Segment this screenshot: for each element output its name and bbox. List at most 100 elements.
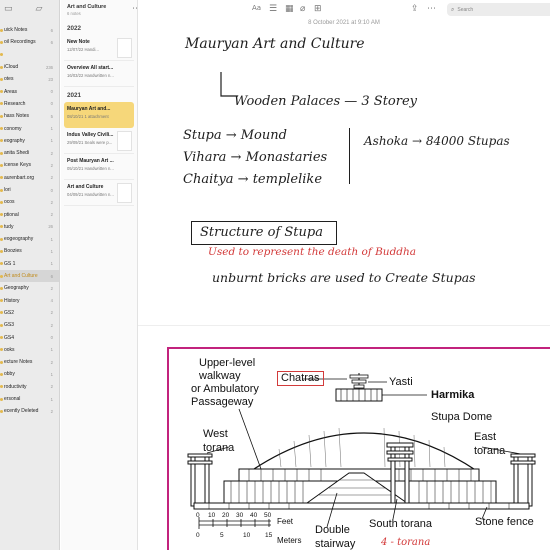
folder-icon <box>0 65 3 69</box>
label-south-torana: South torana <box>369 518 432 530</box>
checklist-icon[interactable]: ☰ <box>269 5 277 14</box>
sidebar-item-gs4[interactable]: GS4 0 <box>0 331 59 343</box>
sidebar-item-count: 1 <box>50 347 53 353</box>
sidebar-item-geogeography[interactable]: eogeography 1 <box>0 233 59 245</box>
sidebar-item-count: 0 <box>50 335 53 341</box>
sidebar-item-lori[interactable]: lori 0 <box>0 184 59 196</box>
search-box[interactable]: ⌕ <box>447 3 550 16</box>
sidebar-item-boozies[interactable]: Boozies 1 <box>0 245 59 257</box>
note-meta: 05/10/21 Handwritten n... <box>67 166 114 171</box>
label-ambulatory: or Ambulatory <box>191 383 259 395</box>
note-item-selected[interactable]: Mauryan Art and... 08/10/21 1 attachment <box>64 102 134 128</box>
note-item[interactable]: Overview All start... 16/03/22 Handwritt… <box>64 61 134 87</box>
note-item[interactable]: Indus Valley Civili... 29/09/21 Seals we… <box>64 128 134 154</box>
sidebar-item-count: 236 <box>46 64 53 70</box>
year-header: 2021 <box>67 92 82 99</box>
note-item[interactable]: Art and Culture 04/09/21 Handwritten n..… <box>64 180 134 206</box>
sidebar-icon[interactable]: ▭ <box>4 5 13 14</box>
note-thumbnail <box>117 131 132 151</box>
sidebar-item-personal[interactable]: ersonal 1 <box>0 393 59 405</box>
sidebar-item-count: 4 <box>50 298 53 304</box>
note-editor[interactable]: Aa ☰ ▦ ⌀ ⊞ ⇪ ⋯ ⌕ 8 October 2021 at 9:10 … <box>138 0 550 550</box>
folder-icon <box>0 127 3 131</box>
sidebar-item-website[interactable]: aurenbart.org 2 <box>0 172 59 184</box>
note-thumbnail <box>117 183 132 203</box>
folder-icon <box>0 336 3 340</box>
sidebar-item-notes[interactable]: otes 23 <box>0 73 59 85</box>
stupa-diagram: Upper-level walkway or Ambulatory Passag… <box>167 347 550 550</box>
sidebar-item-geography-gs1[interactable]: Geography 2 <box>0 282 59 294</box>
sidebar-item-count: 2 <box>50 359 53 365</box>
sidebar-item-quick-notes[interactable]: uick Notes 6 <box>0 24 59 36</box>
sidebar-item-hobby[interactable]: obby 1 <box>0 368 59 380</box>
sidebar-item-history[interactable]: History 4 <box>0 295 59 307</box>
label-passageway: Passageway <box>191 396 254 408</box>
sidebar-item-books[interactable]: ooks 1 <box>0 344 59 356</box>
sidebar-item-ocos[interactable]: ocos 2 <box>0 196 59 208</box>
sidebar-item-optional[interactable]: ptional 2 <box>0 208 59 220</box>
format-icon[interactable]: Aa <box>252 5 261 12</box>
sidebar-item-count: 2 <box>50 408 53 414</box>
sidebar-item-license-keys[interactable]: icense Keys 2 <box>0 159 59 171</box>
sidebar-item-count: 1 <box>50 371 53 377</box>
folder-title: Art and Culture <box>67 4 107 10</box>
folder-icon <box>0 286 3 290</box>
handwritten-chaitya: Chaitya → templelike <box>183 172 323 187</box>
paperclip-icon[interactable]: ⌀ <box>300 5 305 14</box>
sidebar-item-count: 2 <box>50 285 53 291</box>
sidebar-item-count: 1 <box>50 138 53 144</box>
label-east-torana: torana <box>474 445 506 457</box>
sidebar-item-icloud[interactable]: iCloud 236 <box>0 61 59 73</box>
label-stairway: stairway <box>315 538 356 550</box>
folder-icon <box>0 28 3 32</box>
scale-meter-tick: 5 <box>220 532 224 539</box>
sidebar-item-class-notes[interactable]: hass Notes 5 <box>0 110 59 122</box>
sidebar: ▭ ▱ uick Notes 6 oil Recordings 6 iCloud 23… <box>0 0 60 550</box>
sidebar-item-research[interactable]: Research 0 <box>0 98 59 110</box>
sidebar-item-study[interactable]: tudy 26 <box>0 221 59 233</box>
label-walkway: walkway <box>199 370 241 382</box>
label-double: Double <box>315 524 350 536</box>
label-east: East <box>474 431 497 443</box>
folder-icon <box>0 262 3 266</box>
link-icon[interactable]: ⊞ <box>314 5 322 14</box>
folder-icon <box>0 139 3 143</box>
sidebar-item-count: 1 <box>50 248 53 254</box>
sidebar-item-recently-deleted[interactable]: ecently Deleted 2 <box>0 405 59 417</box>
sidebar-item-art-and-culture[interactable]: Art and Culture 6 <box>0 269 59 283</box>
search-input[interactable] <box>457 6 538 13</box>
sidebar-item-areas[interactable]: Areas 0 <box>0 85 59 97</box>
scale-meters-label: Meters <box>277 536 302 545</box>
handwritten-unburnt-bricks: unburnt bricks are used to Create Stupas <box>212 270 476 285</box>
note-item[interactable]: New Note 12/07/22 Handi... <box>64 35 134 61</box>
folder-icon <box>0 53 3 57</box>
scale-feet-tick: 20 <box>222 512 230 519</box>
sidebar-item-economy[interactable]: conomy 1 <box>0 122 59 134</box>
sidebar-item-count: 6 <box>50 27 53 33</box>
note-item[interactable]: Post Mauryan Art ... 05/10/21 Handwritte… <box>64 154 134 180</box>
folder-icon[interactable]: ▱ <box>36 5 43 14</box>
sidebar-item-count: 2 <box>50 175 53 181</box>
sidebar-item-count: 2 <box>50 212 53 218</box>
sidebar-item-gs1[interactable]: GS 11 <box>0 258 59 270</box>
sidebar-item-gs3[interactable]: GS3 2 <box>0 319 59 331</box>
folder-icon <box>0 274 3 278</box>
table-icon[interactable]: ▦ <box>285 5 294 14</box>
sidebar-item-count: 1 <box>50 236 53 242</box>
handwritten-torana-note: 4 - torana <box>381 537 431 548</box>
note-meta: 16/03/22 Handwritten n... <box>67 73 114 78</box>
sidebar-item-productivity[interactable]: roductivity 2 <box>0 381 59 393</box>
share-icon[interactable]: ⇪ <box>411 5 419 14</box>
sidebar-item-geography[interactable]: eography 1 <box>0 135 59 147</box>
sidebar-item-gs2[interactable]: GS2 2 <box>0 307 59 319</box>
sidebar-item-lecture-notes[interactable]: ecture Notes 2 <box>0 356 59 368</box>
sidebar-item-recordings[interactable]: oil Recordings 6 <box>0 36 59 48</box>
scale-meter-tick: 15 <box>265 532 273 539</box>
sidebar-item-shedi[interactable]: anita Shedi 2 <box>0 147 59 159</box>
handwritten-divider <box>349 128 351 184</box>
sidebar-item-count: 2 <box>50 162 53 168</box>
handwritten-ashoka: Ashoka → 84000 Stupas <box>364 134 510 148</box>
scale-feet-label: Feet <box>277 517 294 526</box>
note-list-header: Art and Culture 6 notes <box>61 0 137 19</box>
ellipsis-icon[interactable]: ⋯ <box>427 5 436 14</box>
